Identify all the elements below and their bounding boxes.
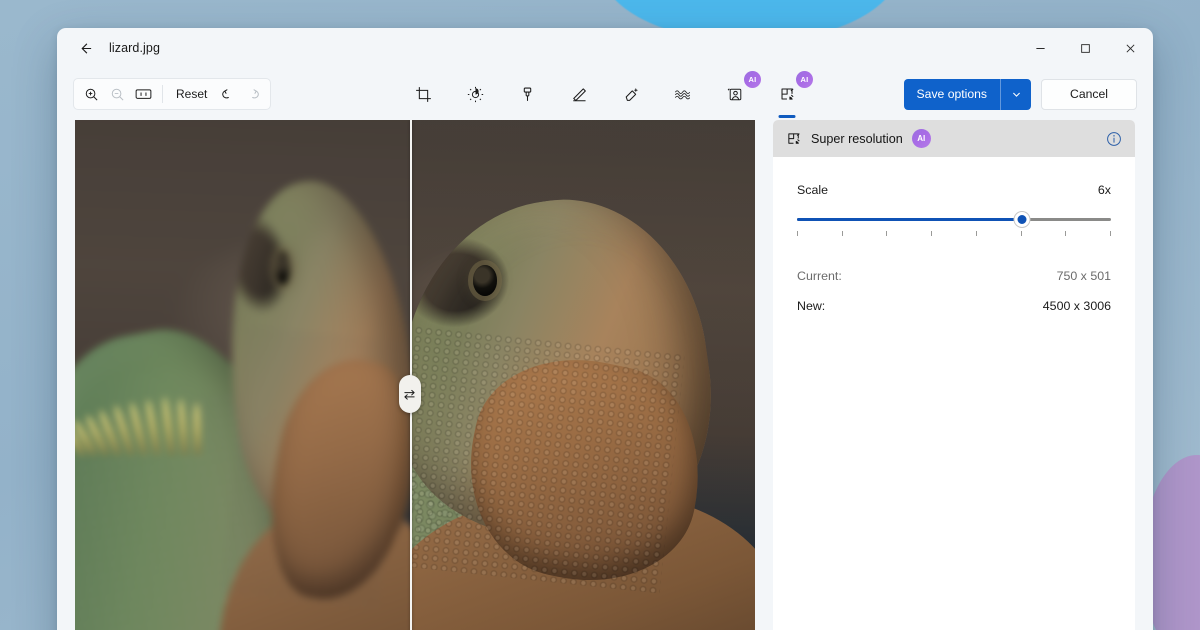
close-button[interactable]: [1108, 28, 1153, 68]
cancel-button[interactable]: Cancel: [1041, 79, 1137, 110]
panel-header: Super resolution AI: [773, 120, 1135, 157]
tool-pen[interactable]: [562, 77, 596, 111]
pen-icon: [571, 86, 588, 103]
tool-background[interactable]: AI: [718, 77, 752, 111]
tool-blur[interactable]: [666, 77, 700, 111]
panel-title: Super resolution: [811, 132, 903, 146]
zoom-control-group: Reset: [73, 78, 271, 110]
tool-super-resolution[interactable]: AI: [770, 77, 804, 111]
one-to-one-icon: [135, 87, 152, 101]
super-resolution-panel: Super resolution AI Scale 6x: [773, 120, 1135, 630]
current-resolution-row: Current: 750 x 501: [797, 269, 1111, 283]
save-options-split-button[interactable]: Save options: [904, 79, 1031, 110]
actual-size-button[interactable]: [130, 81, 156, 107]
ai-badge: AI: [796, 71, 813, 88]
super-resolution-icon: [779, 86, 796, 103]
zoom-out-button[interactable]: [104, 81, 130, 107]
scale-label: Scale: [797, 183, 828, 197]
info-button[interactable]: [1106, 131, 1122, 147]
undo-icon: [220, 87, 235, 102]
window-controls: [1018, 28, 1153, 68]
slider-thumb[interactable]: [1014, 212, 1029, 227]
compare-slider-handle[interactable]: [399, 375, 421, 413]
super-resolution-icon: [786, 131, 802, 147]
toolbar-separator: [162, 85, 163, 103]
window-actions: Save options Cancel: [904, 79, 1137, 110]
slider-track-fill: [797, 218, 1022, 221]
save-options-dropdown-button[interactable]: [1001, 79, 1031, 110]
marker-icon: [519, 86, 536, 103]
current-value: 750 x 501: [1057, 269, 1111, 283]
maximize-button[interactable]: [1063, 28, 1108, 68]
tool-adjustment[interactable]: [458, 77, 492, 111]
panel-body: Scale 6x Current: 750 x 501: [773, 157, 1135, 313]
photos-editor-window: lizard.jpg: [57, 28, 1153, 630]
new-value: 4500 x 3006: [1043, 299, 1111, 313]
background-portrait-icon: [727, 86, 744, 103]
lizard-eye: [473, 265, 497, 296]
reset-button[interactable]: Reset: [169, 81, 214, 107]
info-circle-icon: [1106, 131, 1122, 147]
scale-value: 6x: [1098, 183, 1111, 197]
scale-slider[interactable]: [797, 213, 1111, 241]
titlebar: lizard.jpg: [57, 28, 1153, 68]
chevron-down-icon: [1011, 89, 1022, 100]
image-canvas[interactable]: [75, 120, 755, 630]
editing-tools: AI AI: [406, 68, 804, 120]
ai-badge: AI: [912, 129, 931, 148]
tool-crop[interactable]: [406, 77, 440, 111]
tool-marker[interactable]: [510, 77, 544, 111]
photo-before-half: [75, 120, 410, 630]
swap-arrows-icon: [403, 388, 416, 401]
tool-eraser[interactable]: [614, 77, 648, 111]
scale-row: Scale 6x: [797, 183, 1111, 197]
lizard-head-scales: [390, 326, 686, 594]
blur-icon: [674, 86, 692, 102]
minimize-button[interactable]: [1018, 28, 1063, 68]
new-label: New:: [797, 299, 825, 313]
ai-badge: AI: [744, 71, 761, 88]
save-options-button[interactable]: Save options: [904, 79, 1001, 110]
crop-icon: [415, 86, 432, 103]
resolution-stats: Current: 750 x 501 New: 4500 x 3006: [797, 269, 1111, 313]
eraser-icon: [623, 86, 640, 103]
back-arrow-icon: [78, 41, 93, 56]
brightness-icon: [467, 86, 484, 103]
current-label: Current:: [797, 269, 842, 283]
redo-icon: [246, 87, 261, 102]
new-resolution-row: New: 4500 x 3006: [797, 299, 1111, 313]
zoom-in-icon: [84, 87, 99, 102]
photo-before: [75, 120, 410, 630]
redo-button[interactable]: [240, 81, 266, 107]
zoom-out-icon: [110, 87, 125, 102]
back-button[interactable]: [69, 33, 101, 63]
editor-toolbar: Reset: [57, 68, 1153, 120]
window-title: lizard.jpg: [109, 41, 160, 55]
undo-button[interactable]: [214, 81, 240, 107]
editor-body: Super resolution AI Scale 6x: [57, 120, 1153, 630]
zoom-in-button[interactable]: [78, 81, 104, 107]
slider-ticks: [797, 231, 1111, 236]
